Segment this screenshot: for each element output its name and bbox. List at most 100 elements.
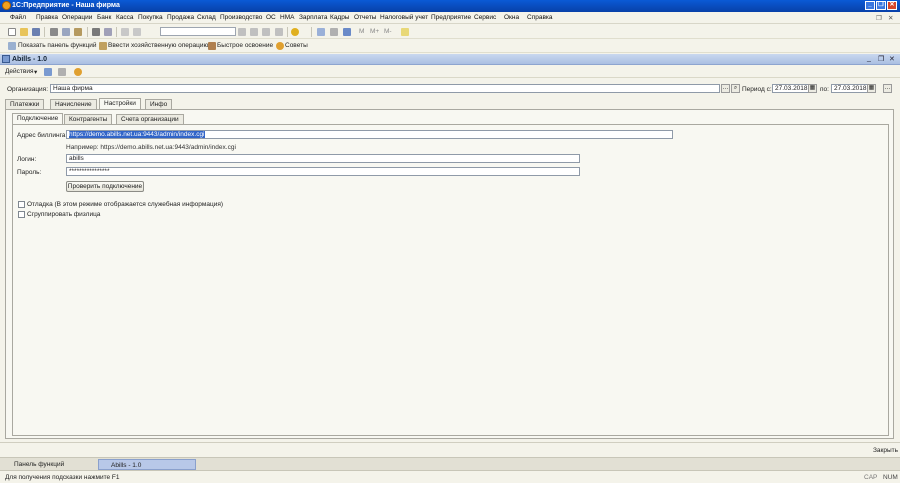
cut-icon[interactable] xyxy=(50,28,58,36)
org-select-button[interactable]: … xyxy=(721,84,730,93)
mdi-restore-icon[interactable]: ❐ xyxy=(876,14,882,22)
toolbar-separator xyxy=(87,27,88,37)
org-search-icon[interactable]: ⌕ xyxy=(731,84,740,93)
form-restore-icon[interactable]: ❐ xyxy=(878,55,884,63)
toolbar-separator xyxy=(44,27,45,37)
menu-file[interactable]: Файл xyxy=(10,14,26,21)
menu-warehouse[interactable]: Склад xyxy=(197,14,216,21)
help-icon[interactable] xyxy=(291,28,299,36)
period-select-button[interactable]: … xyxy=(883,84,892,93)
password-field[interactable]: **************** xyxy=(66,167,580,176)
tips-lamp-icon[interactable] xyxy=(401,28,409,36)
memory-minus-button[interactable]: M- xyxy=(384,28,392,35)
group-individuals-checkbox[interactable] xyxy=(18,211,25,218)
settings-icon[interactable] xyxy=(58,68,66,76)
menu-tax[interactable]: Налоговый учет xyxy=(380,14,428,21)
subtab-contractors[interactable]: Контрагенты xyxy=(64,114,113,124)
period-to-calendar-icon[interactable]: ▦ xyxy=(867,84,876,93)
user-icon[interactable] xyxy=(343,28,351,36)
debug-checkbox[interactable] xyxy=(18,201,25,208)
menu-cash[interactable]: Касса xyxy=(116,14,134,21)
actions-dropdown-icon[interactable]: ▾ xyxy=(34,68,37,76)
menu-edit[interactable]: Правка xyxy=(36,14,58,21)
refresh-icon[interactable] xyxy=(44,68,52,76)
form-footer: Закрыть xyxy=(0,442,900,456)
status-hint: Для получения подсказки нажмите F1 xyxy=(5,474,120,481)
quick-start-button[interactable]: Быстрое освоение xyxy=(217,42,273,49)
task-abills-form[interactable]: Abills - 1.0 xyxy=(98,459,196,470)
menu-hr[interactable]: Кадры xyxy=(330,14,349,21)
org-field[interactable]: Наша фирма xyxy=(50,84,720,93)
check-connection-button[interactable]: Проверить подключение xyxy=(66,181,144,192)
new-icon[interactable] xyxy=(8,28,16,36)
task-abills-form-label: Abills - 1.0 xyxy=(111,462,142,469)
tab-accruals[interactable]: Начисление xyxy=(50,99,97,109)
form-help-icon[interactable] xyxy=(74,68,82,76)
standard-toolbar: M M+ M- xyxy=(0,25,900,39)
menu-windows[interactable]: Окна xyxy=(504,14,519,21)
tab-settings[interactable]: Настройки xyxy=(99,98,141,109)
form-close-icon[interactable]: ✕ xyxy=(889,55,895,63)
toolbar-separator xyxy=(116,27,117,37)
find-icon[interactable] xyxy=(262,28,270,36)
tab-info[interactable]: Инфо xyxy=(145,99,173,109)
restore-button[interactable]: ❐ xyxy=(876,1,886,10)
show-panel-button[interactable]: Показать панель функций xyxy=(18,42,97,49)
redo-icon[interactable] xyxy=(133,28,141,36)
window-taskbar: Панель функций Abills - 1.0 xyxy=(0,457,900,470)
enter-operation-button[interactable]: Ввести хозяйственную операцию xyxy=(108,42,208,49)
period-from-calendar-icon[interactable]: ▦ xyxy=(808,84,817,93)
debug-label: Отладка (В этом режиме отображается служ… xyxy=(27,201,224,208)
menu-operations[interactable]: Операции xyxy=(62,14,92,21)
close-window-button[interactable]: ✕ xyxy=(887,1,897,10)
search-combo[interactable] xyxy=(160,27,236,36)
save-icon[interactable] xyxy=(32,28,40,36)
menu-production[interactable]: Производство xyxy=(220,14,262,21)
calculator-icon[interactable] xyxy=(330,28,338,36)
open-icon[interactable] xyxy=(20,28,28,36)
billing-address-field[interactable]: https://demo.abills.net.ua:9443/admin/in… xyxy=(66,130,673,139)
preview-icon[interactable] xyxy=(104,28,112,36)
memory-plus-button[interactable]: M+ xyxy=(370,28,379,35)
menu-help[interactable]: Справка xyxy=(527,14,553,21)
menu-salary[interactable]: Зарплата xyxy=(299,14,327,21)
menu-nma[interactable]: НМА xyxy=(280,14,294,21)
subtab-connection[interactable]: Подключение xyxy=(12,113,64,124)
paste-icon[interactable] xyxy=(74,28,82,36)
find-next-icon[interactable] xyxy=(238,28,246,36)
menu-sales[interactable]: Продажа xyxy=(167,14,194,21)
actions-menu[interactable]: Действия xyxy=(5,68,33,75)
tips-button[interactable]: Советы xyxy=(285,42,308,49)
menu-service[interactable]: Сервис xyxy=(474,14,496,21)
group-individuals-label: Сгруппировать физлица xyxy=(27,211,101,218)
quick-start-icon xyxy=(208,42,216,50)
app-logo-icon xyxy=(2,1,11,10)
form-icon xyxy=(2,55,10,63)
login-field[interactable]: abills xyxy=(66,154,580,163)
menu-purchase[interactable]: Покупка xyxy=(138,14,163,21)
task-functions-panel-label: Панель функций xyxy=(14,461,65,468)
menu-os[interactable]: ОС xyxy=(266,14,276,21)
period-to-label: по: xyxy=(820,86,829,93)
mdi-close-icon[interactable]: ✕ xyxy=(888,14,893,22)
minimize-button[interactable]: _ xyxy=(865,1,875,10)
task-functions-panel[interactable]: Панель функций xyxy=(2,459,97,470)
find-prev-icon[interactable] xyxy=(250,28,258,36)
find-all-icon[interactable] xyxy=(275,28,283,36)
period-from-label: Период с: xyxy=(742,86,772,93)
memory-m-button[interactable]: M xyxy=(359,28,364,35)
menu-enterprise[interactable]: Предприятие xyxy=(431,14,471,21)
calendar-icon[interactable] xyxy=(317,28,325,36)
copy-icon[interactable] xyxy=(62,28,70,36)
actions-bar: Действия ▾ xyxy=(0,65,900,78)
billing-address-label: Адрес биллинга: xyxy=(17,132,68,139)
menu-bank[interactable]: Банк xyxy=(97,14,111,21)
print-icon[interactable] xyxy=(92,28,100,36)
close-button[interactable]: Закрыть xyxy=(873,447,898,454)
tab-payments[interactable]: Платежки xyxy=(5,99,45,109)
undo-icon[interactable] xyxy=(121,28,129,36)
menu-reports[interactable]: Отчеты xyxy=(354,14,376,21)
subtab-org-accounts[interactable]: Счета организации xyxy=(116,114,184,124)
password-label: Пароль: xyxy=(17,169,42,176)
form-minimize-icon[interactable]: _ xyxy=(867,55,871,62)
